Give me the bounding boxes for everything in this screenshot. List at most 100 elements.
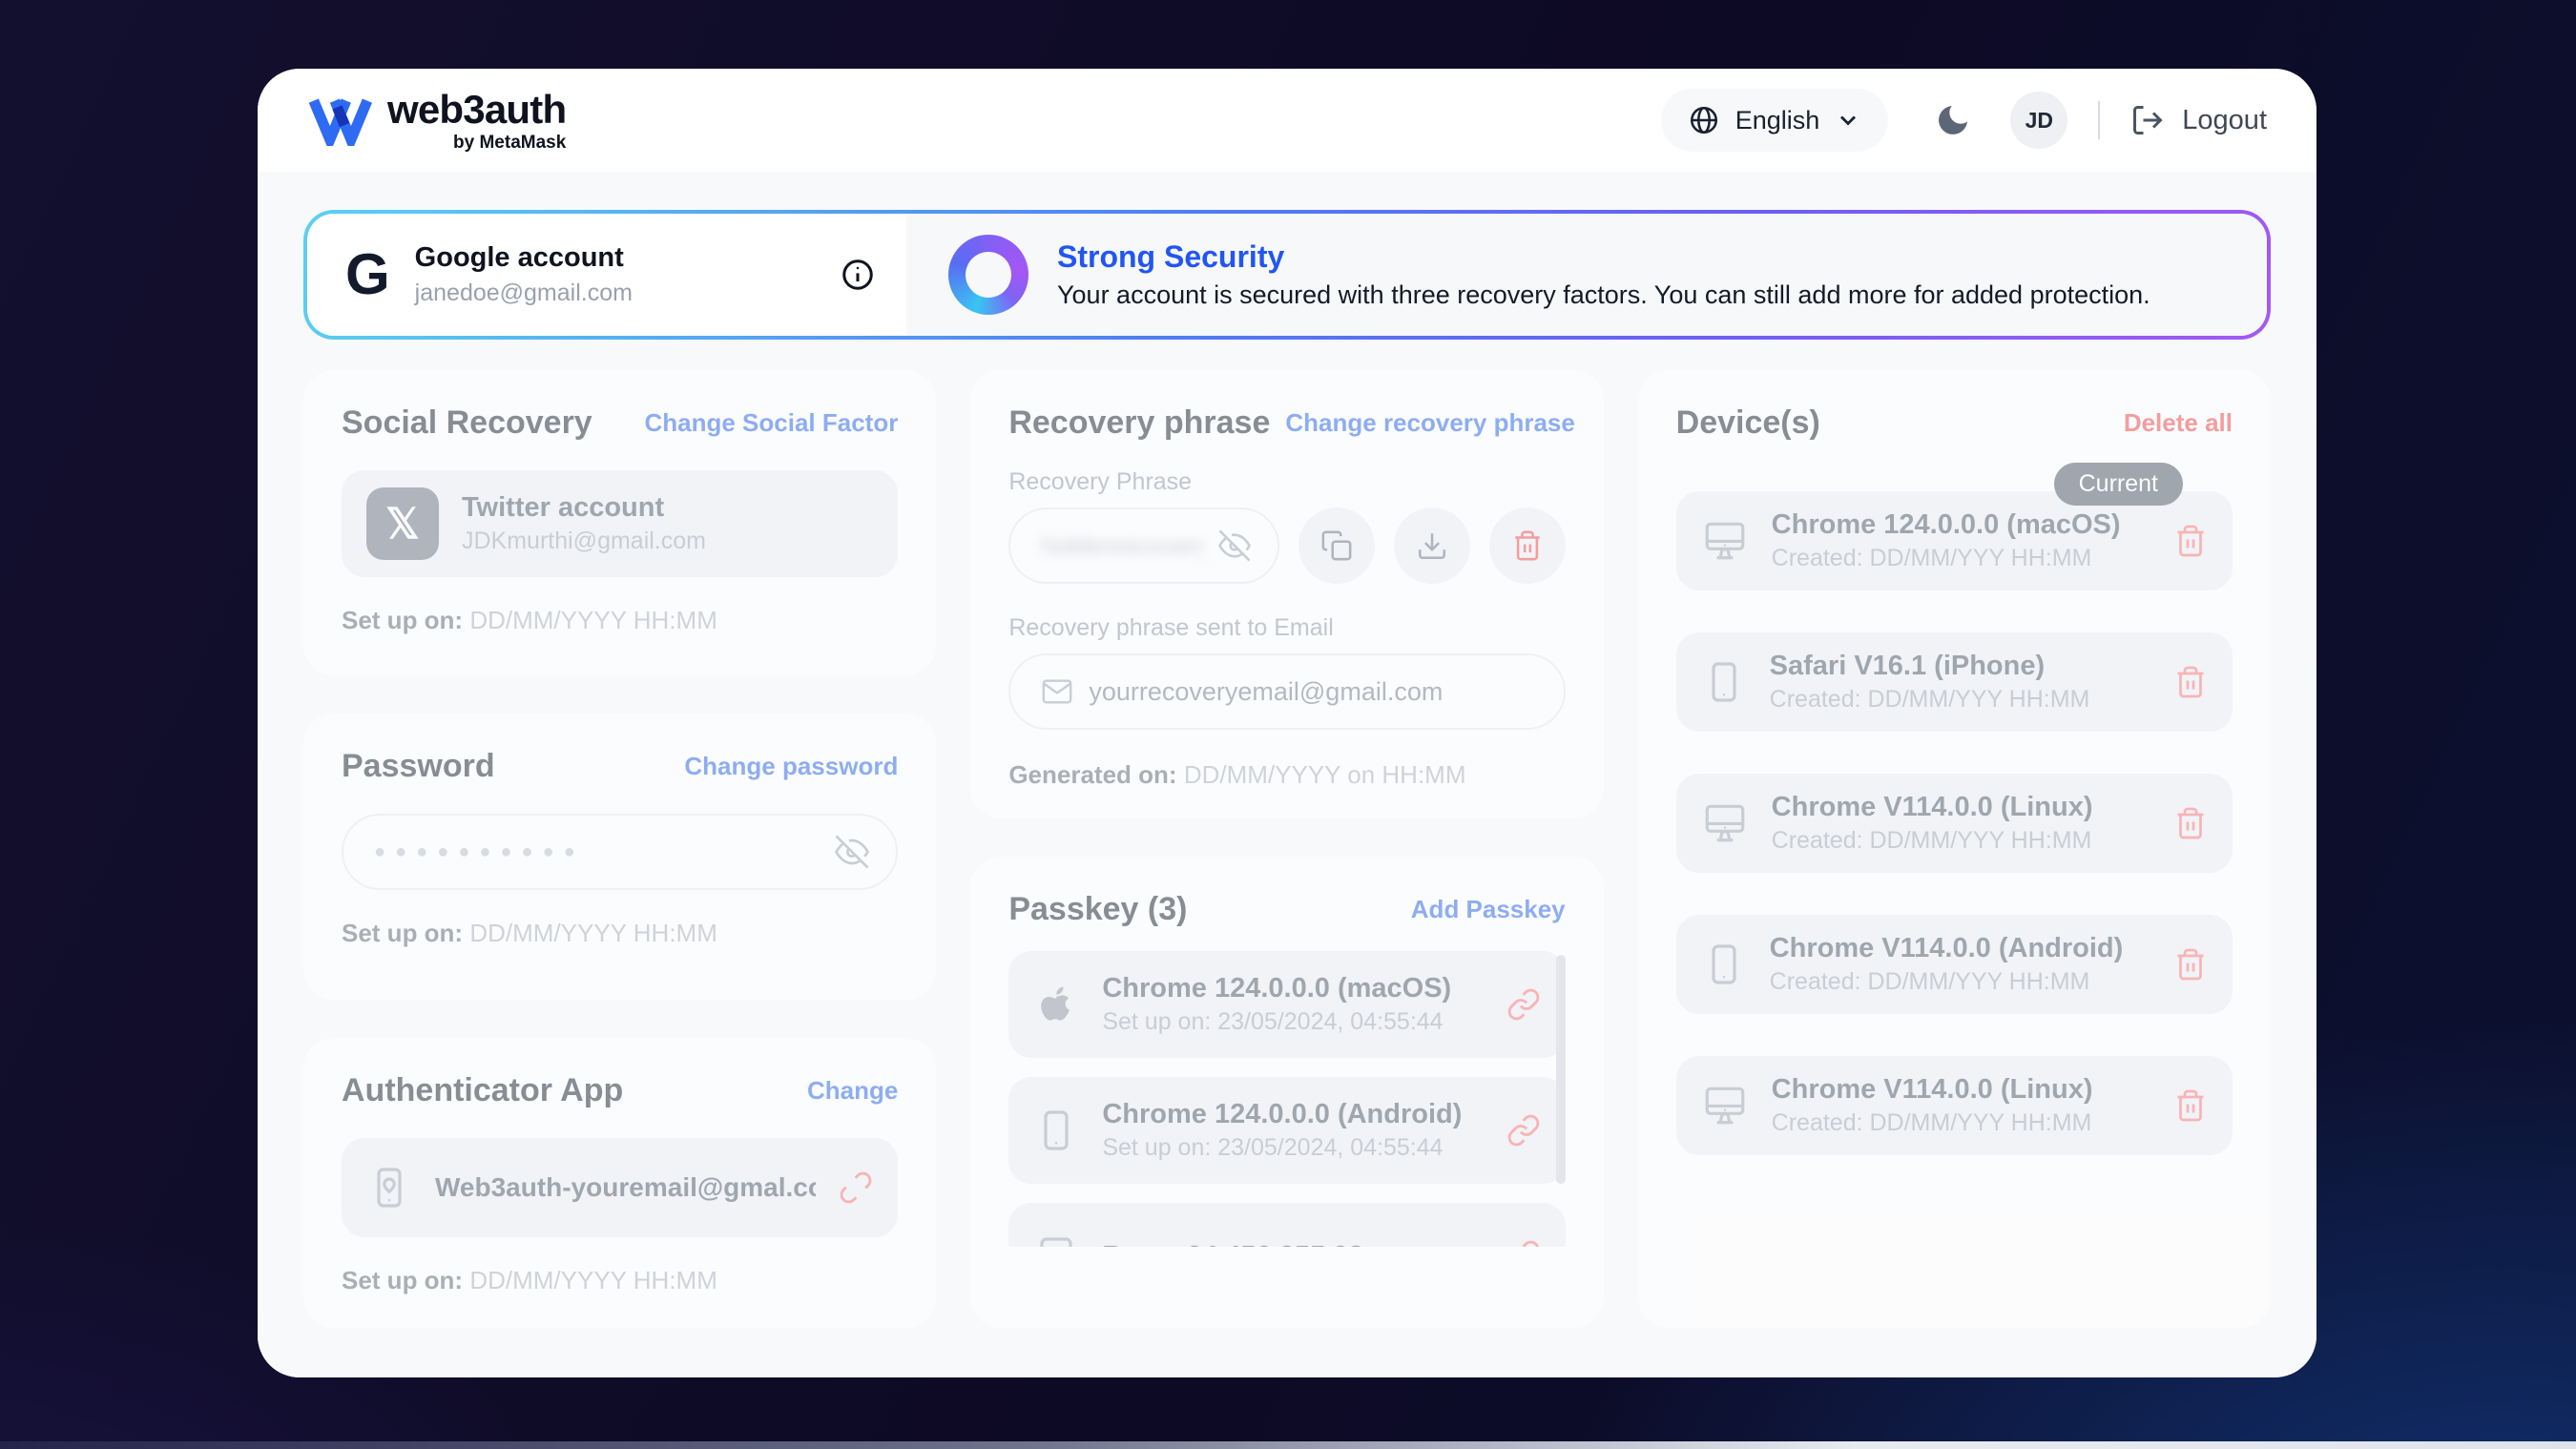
copy-phrase-button[interactable] (1298, 507, 1375, 584)
account-title: Google account (415, 242, 633, 274)
recovery-phrase-title: Recovery phrase (1008, 404, 1270, 442)
trash-icon (1511, 529, 1544, 562)
globe-icon (1688, 104, 1720, 136)
desktop-icon (1701, 517, 1749, 565)
current-badge: Current (2054, 463, 2183, 506)
web3auth-logo: web3auth by MetaMask (307, 90, 566, 152)
authenticator-phone-icon (366, 1165, 412, 1211)
phone-icon (1701, 942, 1747, 987)
device-row: Chrome V114.0.0 (Linux) Created: DD/MM/Y… (1676, 774, 2233, 873)
change-social-factor-link[interactable]: Change Social Factor (644, 408, 898, 438)
delete-device-button[interactable] (2173, 806, 2208, 840)
delete-all-devices-link[interactable]: Delete all (2124, 408, 2233, 438)
logout-button[interactable]: Logout (2130, 103, 2267, 137)
apple-icon (1033, 982, 1079, 1027)
eye-off-icon[interactable] (1218, 529, 1251, 562)
change-recovery-phrase-link[interactable]: Change recovery phrase (1285, 408, 1574, 438)
logo-byline: by MetaMask (387, 134, 566, 152)
password-title: Password (342, 748, 495, 785)
login-account-panel: G Google account janedoe@gmail.com (307, 214, 906, 336)
change-password-link[interactable]: Change password (684, 752, 898, 781)
factors-grid: Social Recovery Change Social Factor 𝕏 T… (303, 370, 2271, 1328)
app-window: web3auth by MetaMask English (258, 69, 2316, 1377)
password-field[interactable]: ●●●●●●●●●● (342, 814, 898, 890)
desktop-icon (1701, 799, 1749, 847)
delete-device-button[interactable] (2173, 524, 2208, 558)
chevron-down-icon (1835, 107, 1861, 134)
copy-icon (1320, 529, 1353, 562)
moon-icon (1934, 101, 1972, 139)
unlink-authenticator-button[interactable] (839, 1170, 873, 1205)
web3auth-logo-icon (307, 94, 372, 146)
recovery-phrase-label: Recovery Phrase (1008, 468, 1565, 496)
social-recovery-card: Social Recovery Change Social Factor 𝕏 T… (303, 370, 936, 675)
security-banner: G Google account janedoe@gmail.com (303, 210, 2271, 340)
recovery-email-field[interactable]: yourrecoveryemail@gmail.com (1008, 653, 1565, 730)
logo-wordmark: web3auth (387, 90, 566, 130)
change-authenticator-link[interactable]: Change (807, 1076, 898, 1106)
delete-device-button[interactable] (2173, 947, 2208, 982)
device-list: Current (1676, 491, 2233, 1155)
devices-title: Device(s) (1676, 404, 1820, 442)
passkey-card: Passkey (3) Add Passkey (970, 857, 1603, 1328)
mail-icon (1041, 675, 1073, 708)
passkey-scrollbar[interactable] (1556, 955, 1566, 1184)
twitter-account-row: 𝕏 Twitter account JDKmurthi@gmail.com (342, 470, 898, 577)
logout-icon (2130, 103, 2165, 137)
info-button[interactable] (840, 257, 876, 293)
device-row: Safari V16.1 (iPhone) Created: DD/MM/YYY… (1676, 632, 2233, 732)
recovery-phrase-masked: hiddenrecoveryphrase (1041, 531, 1202, 561)
authenticator-card: Authenticator App Change (303, 1038, 936, 1328)
add-passkey-link[interactable]: Add Passkey (1411, 895, 1566, 924)
passkey-list: Chrome 124.0.0.0 (macOS) Set up on: 23/0… (1008, 951, 1565, 1247)
screen-bottom-strip (0, 1441, 2576, 1449)
desktop-background: web3auth by MetaMask English (0, 0, 2576, 1449)
passkey-link-button[interactable] (1506, 987, 1541, 1022)
passkey-row: Chrome 124.0.0.0 (macOS) Set up on: 23/0… (1008, 951, 1565, 1058)
authenticator-row: Web3auth-youremail@gmal.com (342, 1138, 898, 1237)
delete-device-button[interactable] (2173, 665, 2208, 699)
delete-device-button[interactable] (2173, 1088, 2208, 1123)
phone-icon (1033, 1107, 1079, 1153)
content-area: G Google account janedoe@gmail.com (258, 172, 2316, 1377)
recovery-phrase-field[interactable]: hiddenrecoveryphrase (1008, 507, 1278, 584)
social-setup-line: Set up on: DD/MM/YYYY HH:MM (342, 606, 898, 635)
device-row: Current (1676, 491, 2233, 590)
download-icon (1416, 529, 1448, 562)
avatar[interactable]: JD (2010, 92, 2067, 149)
recovery-email-label: Recovery phrase sent to Email (1008, 614, 1565, 642)
recovery-phrase-card: Recovery phrase Change recovery phrase R… (970, 370, 1603, 818)
password-card: Password Change password ●●●●●●●●●● (303, 714, 936, 1000)
security-strength-ring-icon (948, 235, 1028, 315)
devices-card: Device(s) Delete all Current (1638, 370, 2271, 1328)
authenticator-setup-line: Set up on: DD/MM/YYYY HH:MM (342, 1266, 898, 1295)
passkey-link-button[interactable] (1506, 1113, 1541, 1148)
delete-phrase-button[interactable] (1489, 507, 1566, 584)
device-row: Chrome V114.0.0 (Android) Created: DD/MM… (1676, 915, 2233, 1014)
authenticator-email: Web3auth-youremail@gmal.com (435, 1172, 816, 1203)
passkey-row: Chrome 124.0.0.0 (Android) Set up on: 23… (1008, 1077, 1565, 1184)
social-recovery-title: Social Recovery (342, 404, 592, 442)
phone-icon (1701, 659, 1747, 705)
twitter-x-icon: 𝕏 (366, 487, 439, 560)
logout-label: Logout (2182, 105, 2267, 136)
eye-off-icon[interactable] (835, 835, 869, 869)
device-row: Chrome V114.0.0 (Linux) Created: DD/MM/Y… (1676, 1056, 2233, 1155)
security-status-title: Strong Security (1057, 239, 2150, 275)
security-status-panel: Strong Security Your account is secured … (906, 214, 2267, 336)
twitter-account-email: JDKmurthi@gmail.com (462, 528, 706, 555)
password-masked-value: ●●●●●●●●●● (374, 841, 820, 863)
account-email: janedoe@gmail.com (415, 279, 633, 307)
recovery-email-value: yourrecoveryemail@gmail.com (1089, 677, 1443, 707)
twitter-account-label: Twitter account (462, 492, 706, 524)
language-label: English (1735, 106, 1820, 135)
passkey-link-button[interactable] (1506, 1239, 1541, 1247)
security-status-description: Your account is secured with three recov… (1057, 280, 2150, 310)
dark-mode-toggle[interactable] (1934, 101, 1972, 139)
password-setup-line: Set up on: DD/MM/YYYY HH:MM (342, 919, 898, 948)
language-selector[interactable]: English (1661, 89, 1889, 152)
desktop-icon (1701, 1082, 1749, 1129)
download-phrase-button[interactable] (1394, 507, 1470, 584)
passkey-title: Passkey (3) (1008, 891, 1187, 928)
passkey-row: Rome 24.456.355.98 (1008, 1203, 1565, 1247)
